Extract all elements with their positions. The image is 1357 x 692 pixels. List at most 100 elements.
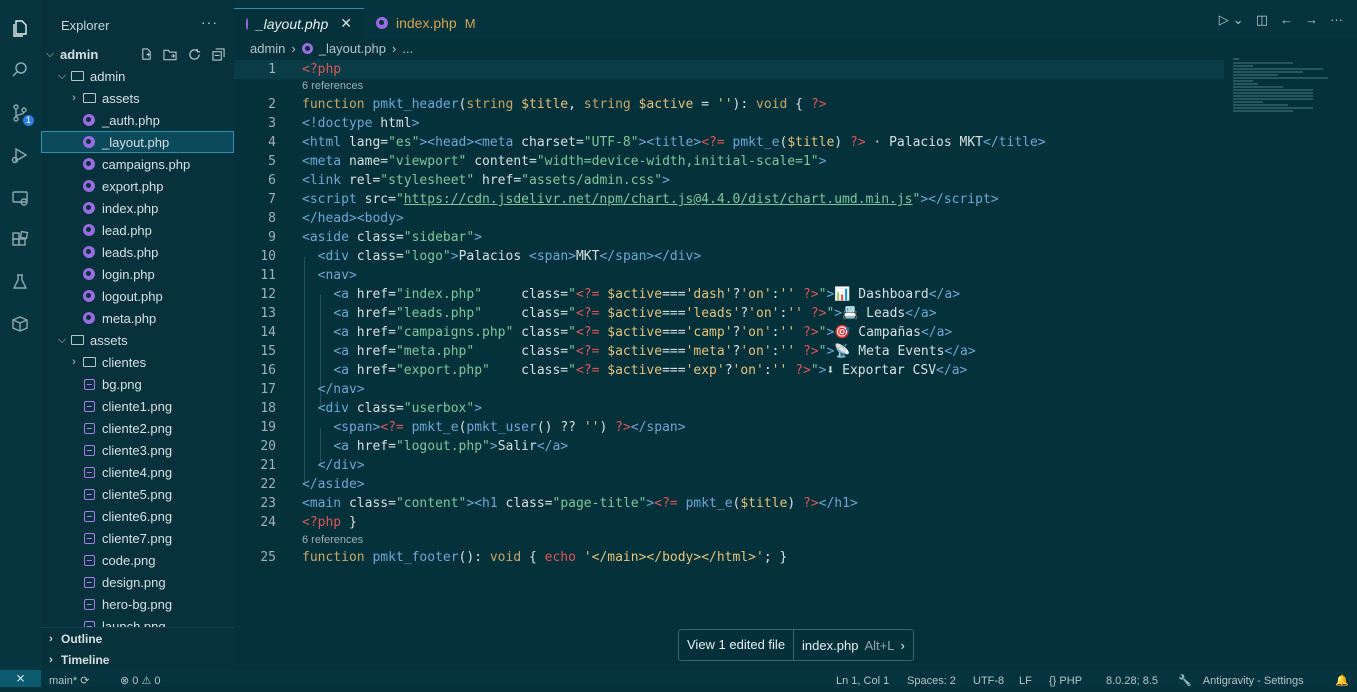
tree-file[interactable]: design.png [41, 571, 234, 593]
notifications-icon[interactable]: 🔔 [1335, 670, 1349, 687]
tree-file[interactable]: _auth.php [41, 109, 234, 131]
chevron-right-icon: › [49, 633, 53, 645]
source-control-icon[interactable]: 1 [8, 101, 34, 126]
refresh-icon[interactable] [186, 46, 202, 62]
php-file-icon [83, 114, 95, 126]
tree-folder-admin[interactable]: ⌵ admin [41, 65, 234, 87]
split-editor-icon[interactable]: ◫ [1256, 12, 1268, 28]
tree-item-label: cliente5.png [102, 486, 173, 502]
chevron-down-icon[interactable]: ⌄ [1233, 12, 1244, 28]
code-line: 21 </div> [260, 458, 365, 473]
tree-file[interactable]: lead.php [41, 219, 234, 241]
remote-indicator-icon[interactable]: ⨯ [0, 670, 41, 687]
tree-item-label: _layout.php [102, 134, 170, 150]
tree-item-label: hero-bg.png [102, 596, 173, 612]
tree-file[interactable]: cliente2.png [41, 417, 234, 439]
outline-section[interactable]: › Outline [41, 627, 234, 650]
new-folder-icon[interactable] [162, 46, 178, 62]
image-file-icon [83, 488, 95, 500]
image-file-icon [83, 378, 95, 390]
tab-index-php[interactable]: index.php M [364, 8, 488, 38]
remote-explorer-icon[interactable] [8, 186, 32, 210]
tree-file[interactable]: cliente4.png [41, 461, 234, 483]
code-line: 22 </aside> [260, 477, 365, 492]
editor-actions: ▷ ⌄ ◫ ← → ··· [1219, 12, 1343, 28]
tab-layout-php[interactable]: _layout.php ✕ [234, 8, 364, 38]
timeline-section[interactable]: › Timeline [41, 649, 234, 671]
tree-item-label: bg.png [102, 376, 142, 392]
code-line: 8 </head><body> [268, 211, 404, 226]
references-codelens[interactable]: 6 references [302, 534, 363, 546]
tree-file[interactable]: meta.php [41, 307, 234, 329]
php-version[interactable]: 8.0.28; 8.5 [1106, 670, 1158, 687]
line-ending[interactable]: LF [1019, 670, 1032, 687]
branch-status[interactable]: main* ⟳ [49, 670, 89, 687]
php-file-icon [83, 312, 95, 324]
run-debug-icon[interactable] [8, 143, 32, 167]
chevron-right-icon: › [49, 654, 53, 666]
tree-item-label: login.php [102, 266, 155, 282]
explorer-sidebar: Explorer ··· ⌵ admin ⌵ admin › assets _a… [41, 0, 234, 670]
tree-file[interactable]: hero-bg.png [41, 593, 234, 615]
go-back-icon[interactable]: ← [1280, 12, 1293, 28]
error-icon: ⊗ [120, 675, 130, 687]
tree-file[interactable]: export.php [41, 175, 234, 197]
run-icon[interactable]: ▷ [1219, 12, 1229, 28]
more-actions-icon[interactable]: ··· [201, 14, 218, 30]
more-actions-icon[interactable]: ··· [1330, 12, 1343, 28]
branch-name: main* [49, 675, 78, 687]
tree-file[interactable]: bg.png [41, 373, 234, 395]
breadcrumb-item[interactable]: ... [402, 41, 413, 56]
breadcrumb-item[interactable]: _layout.php [319, 41, 386, 56]
extensions-icon[interactable] [8, 228, 32, 252]
tree-file[interactable]: cliente3.png [41, 439, 234, 461]
language-mode[interactable]: {} PHP [1049, 670, 1082, 687]
edited-files-popup: View 1 edited file index.php Alt+L › [678, 629, 914, 661]
code-line: 3 <!doctype html> [268, 116, 420, 131]
tree-item-label: leads.php [102, 244, 159, 260]
cursor-position[interactable]: Ln 1, Col 1 [836, 670, 889, 687]
close-icon[interactable]: ✕ [340, 15, 352, 32]
tree-file[interactable]: code.png [41, 549, 234, 571]
view-edited-files-button[interactable]: View 1 edited file [679, 630, 795, 660]
tree-file[interactable]: cliente5.png [41, 483, 234, 505]
encoding[interactable]: UTF-8 [973, 670, 1004, 687]
indentation[interactable]: Spaces: 2 [907, 670, 956, 687]
new-file-icon[interactable] [138, 46, 154, 62]
tree-file[interactable]: logout.php [41, 285, 234, 307]
tree-file[interactable]: cliente6.png [41, 505, 234, 527]
php-file-icon [83, 180, 95, 192]
root-folder[interactable]: ⌵ admin [41, 43, 234, 65]
tree-file-selected[interactable]: _layout.php [41, 131, 234, 153]
chevron-right-icon: › [72, 356, 76, 368]
image-file-icon [83, 422, 95, 434]
testing-icon[interactable] [8, 270, 32, 294]
collapse-all-icon[interactable] [210, 46, 226, 62]
explorer-icon[interactable] [8, 16, 32, 40]
tree-file[interactable]: campaigns.php [41, 153, 234, 175]
breadcrumb: admin › _layout.php › ... [250, 41, 413, 56]
tree-file[interactable]: cliente7.png [41, 527, 234, 549]
tree-file[interactable]: login.php [41, 263, 234, 285]
settings-status[interactable]: 🔧 Antigravity - Settings [1178, 670, 1304, 687]
go-forward-icon[interactable]: → [1305, 12, 1318, 28]
image-file-icon [83, 532, 95, 544]
tree-file[interactable]: index.php [41, 197, 234, 219]
open-edited-file-button[interactable]: index.php Alt+L › [794, 638, 913, 653]
code-line: 18 <div class="userbox"> [260, 401, 483, 416]
minimap[interactable] [1233, 58, 1353, 118]
tree-folder-clientes[interactable]: › clientes [41, 351, 234, 373]
tree-folder-assets-root[interactable]: ⌵ assets [41, 329, 234, 351]
search-icon[interactable] [8, 58, 32, 82]
tree-file[interactable]: cliente1.png [41, 395, 234, 417]
containers-icon[interactable] [8, 312, 32, 336]
references-codelens[interactable]: 6 references [302, 80, 363, 92]
problems-status[interactable]: ⊗ 0 ⚠ 0 [120, 670, 161, 687]
breadcrumb-item[interactable]: admin [250, 41, 285, 56]
code-line: 11 <nav> [260, 268, 357, 283]
tree-file[interactable]: leads.php [41, 241, 234, 263]
tree-folder-assets[interactable]: › assets [41, 87, 234, 109]
php-file-icon [376, 17, 388, 29]
tree-item-label: index.php [102, 200, 159, 216]
tree-item-label: campaigns.php [102, 156, 191, 172]
